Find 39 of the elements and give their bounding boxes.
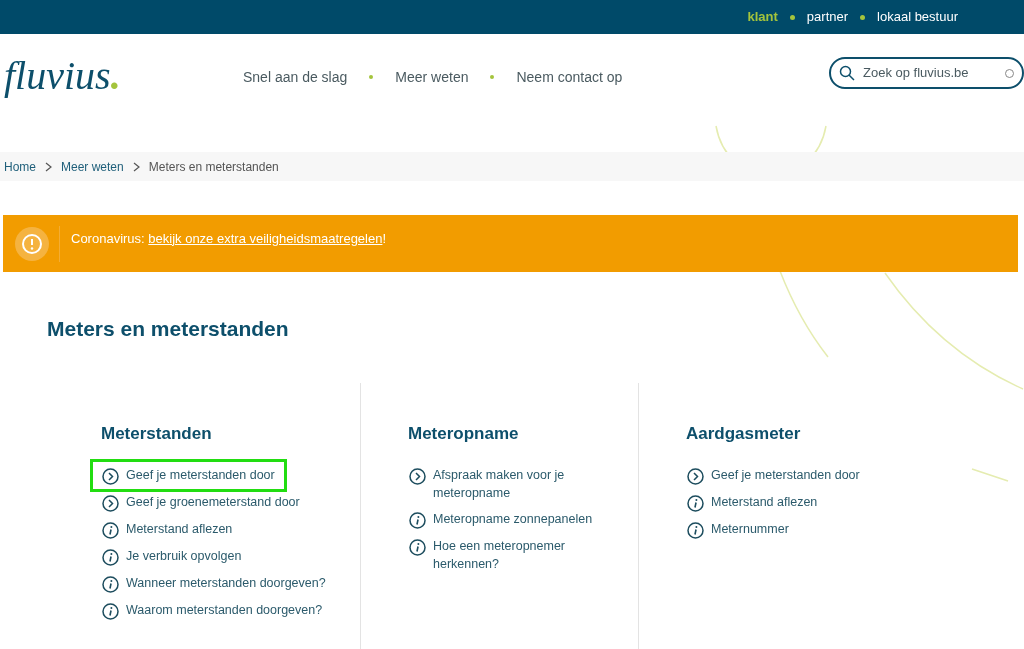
search-input[interactable]: Zoek op fluvius.be (863, 63, 997, 83)
audience-link[interactable]: partner (806, 7, 849, 27)
info-icon (102, 549, 119, 566)
info-icon (409, 512, 426, 529)
search-bar[interactable]: Zoek op fluvius.be (829, 57, 1024, 89)
search-icon (839, 65, 855, 81)
warning-icon (15, 226, 49, 261)
info-icon (687, 495, 704, 512)
breadcrumb-link[interactable]: Meer weten (61, 157, 124, 176)
audience-link[interactable]: lokaal bestuur (877, 7, 958, 27)
chevron-circle-icon (102, 495, 119, 512)
column-heading: Aardgasmeter (686, 422, 802, 445)
chevron-circle-icon (409, 468, 426, 485)
nav-link[interactable]: Snel aan de slag (243, 66, 348, 88)
column-heading: Meterstanden (101, 422, 213, 445)
info-icon (102, 603, 119, 620)
info-icon (102, 522, 119, 539)
info-icon (409, 539, 426, 556)
section-link[interactable]: Geef je meterstanden door (90, 459, 287, 492)
dot-separator-icon (860, 14, 866, 20)
info-icon (687, 522, 704, 539)
nav-link[interactable]: Meer weten (395, 66, 469, 88)
chevron-right-icon (132, 161, 140, 172)
info-icon (102, 576, 119, 593)
dot-separator-icon (369, 75, 374, 79)
alert-message: Coronavirus: bekijk onze extra veiligheidsmaatregelen! (71, 229, 387, 248)
breadcrumb-current: Meters en meterstanden (148, 158, 279, 176)
breadcrumb-link[interactable]: Home (4, 157, 36, 176)
page-title: Meters en meterstanden (47, 316, 290, 342)
dot-separator-icon (490, 75, 495, 79)
nav-link[interactable]: Neem contact op (516, 66, 623, 88)
arc-line (971, 468, 1009, 482)
chevron-circle-icon (102, 468, 119, 485)
chevron-right-icon (45, 161, 52, 172)
column-heading: Meteropname (408, 422, 520, 445)
dot-separator-icon (789, 14, 795, 20)
chevron-circle-icon (687, 468, 704, 485)
logo[interactable]: fluvius. (4, 56, 128, 96)
audience-link[interactable]: klant (747, 7, 778, 27)
